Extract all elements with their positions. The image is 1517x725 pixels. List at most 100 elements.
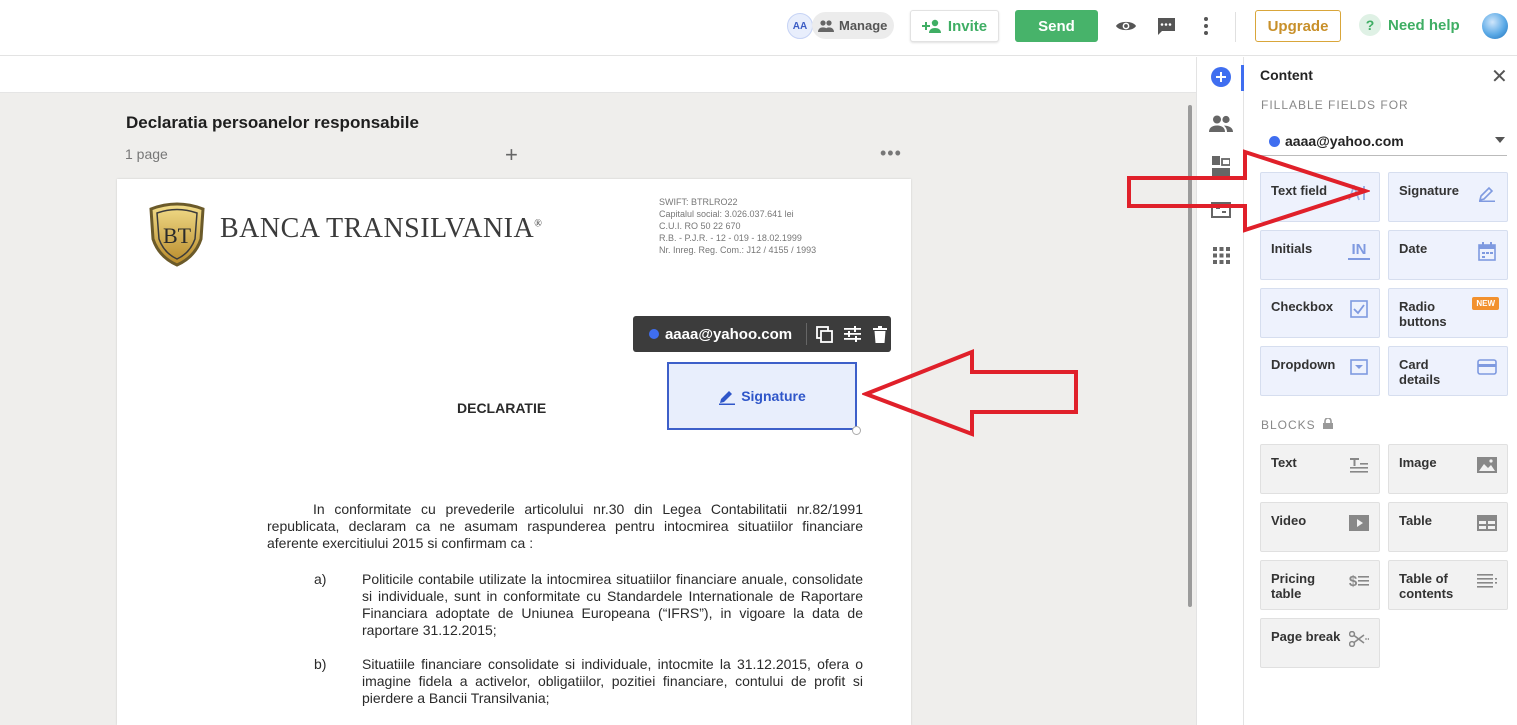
- text-block-icon: [1348, 454, 1370, 476]
- toolbar-divider: [1235, 12, 1236, 42]
- svg-text:BT: BT: [163, 223, 192, 248]
- editor-subbar: [0, 57, 1196, 93]
- invite-label: Invite: [947, 17, 988, 35]
- checkbox-icon: [1348, 298, 1370, 320]
- send-button[interactable]: Send: [1015, 10, 1098, 42]
- image-block-tile[interactable]: Image: [1388, 444, 1508, 494]
- date-tile[interactable]: Date: [1388, 230, 1508, 280]
- close-icon[interactable]: ✕: [1491, 64, 1508, 89]
- document-title[interactable]: Declaratia persoanelor responsabile: [126, 113, 419, 133]
- document-more-button[interactable]: •••: [880, 143, 902, 164]
- tile-label: Radio buttons: [1399, 299, 1447, 329]
- blocks-heading: BLOCKS: [1261, 417, 1334, 432]
- field-assignee[interactable]: aaaa@yahoo.com: [665, 326, 792, 343]
- tile-label: Date: [1399, 241, 1428, 256]
- field-settings-icon[interactable]: [841, 323, 863, 345]
- tile-label: Video: [1271, 513, 1307, 528]
- image-icon: [1476, 454, 1498, 476]
- checkbox-tile[interactable]: Checkbox: [1260, 288, 1380, 338]
- preview-eye-icon[interactable]: [1114, 14, 1138, 38]
- manage-button[interactable]: Manage: [812, 12, 894, 39]
- tile-label: Checkbox: [1271, 299, 1334, 314]
- signature-pen-icon: [719, 391, 736, 405]
- signature-pen-icon: [1476, 182, 1498, 204]
- panel-title: Content: [1260, 67, 1313, 83]
- list-item-a: Politicile contabile utilizate la intocm…: [362, 571, 863, 638]
- top-toolbar: AA Manage Invite Send Upgrade ? Need hel…: [0, 0, 1517, 56]
- recipient-avatar[interactable]: AA: [787, 13, 813, 39]
- tile-label: Pricing table: [1271, 571, 1316, 601]
- video-block-tile[interactable]: Video: [1260, 502, 1380, 552]
- tile-label: Initials: [1271, 241, 1313, 256]
- card-icon: [1476, 356, 1498, 378]
- banca-transilvania-logo: BT: [149, 202, 205, 267]
- need-help-label: Need help: [1388, 16, 1460, 34]
- pricing-table-icon: $: [1348, 570, 1370, 592]
- bank-registration-info: SWIFT: BTRLRO22 Capitalul social: 3.026.…: [659, 197, 817, 255]
- comments-icon[interactable]: [1154, 14, 1178, 38]
- tile-label: Signature: [1399, 183, 1459, 198]
- fillable-fields-heading: FILLABLE FIELDS FOR: [1261, 98, 1409, 112]
- add-page-button[interactable]: +: [505, 142, 518, 168]
- tile-label: Table of contents: [1399, 571, 1454, 601]
- radio-buttons-tile[interactable]: Radio buttons NEW: [1388, 288, 1508, 338]
- tile-label: Table: [1399, 513, 1432, 528]
- manage-label: Manage: [839, 18, 888, 33]
- table-of-contents-tile[interactable]: Table of contents: [1388, 560, 1508, 610]
- dropdown-icon: [1348, 356, 1370, 378]
- upgrade-button[interactable]: Upgrade: [1255, 10, 1341, 42]
- user-avatar[interactable]: [1482, 13, 1508, 39]
- field-toolbar: aaaa@yahoo.com: [633, 316, 891, 352]
- intro-paragraph: In conformitate cu prevederile articolul…: [267, 501, 863, 551]
- signature-tile[interactable]: Signature: [1388, 172, 1508, 222]
- new-badge: NEW: [1472, 297, 1499, 310]
- annotation-arrow-left: [862, 349, 1078, 437]
- annotation-arrow-right: [1127, 149, 1370, 233]
- initials-icon: IN: [1348, 240, 1370, 260]
- help-question-icon: ?: [1359, 14, 1381, 36]
- dropdown-tile[interactable]: Dropdown: [1260, 346, 1380, 396]
- toc-icon: [1476, 570, 1498, 592]
- card-details-tile[interactable]: Card details: [1388, 346, 1508, 396]
- document-page: BT BANCA TRANSILVANIA® SWIFT: BTRLRO22 C…: [117, 179, 911, 725]
- initials-tile[interactable]: Initials IN: [1260, 230, 1380, 280]
- text-block-tile[interactable]: Text: [1260, 444, 1380, 494]
- tile-label: Dropdown: [1271, 357, 1336, 372]
- recipients-icon[interactable]: [1209, 111, 1233, 135]
- tile-label: Text: [1271, 455, 1297, 470]
- scissors-icon: [1348, 628, 1370, 650]
- declaration-heading: DECLARATIE: [457, 400, 547, 416]
- assignee-color-dot: [649, 329, 659, 339]
- chevron-down-icon: [1495, 137, 1505, 143]
- video-icon: [1348, 512, 1370, 534]
- list-letter-a: a): [314, 571, 327, 587]
- toolbar-separator: [806, 323, 808, 345]
- calendar-icon: [1476, 240, 1498, 262]
- pricing-table-tile[interactable]: Pricing table $: [1260, 560, 1380, 610]
- add-person-icon: [921, 19, 941, 33]
- more-vertical-icon[interactable]: [1194, 14, 1218, 38]
- page-break-tile[interactable]: Page break: [1260, 618, 1380, 668]
- apps-grid-icon[interactable]: [1209, 243, 1233, 267]
- need-help-link[interactable]: ? Need help: [1359, 14, 1460, 36]
- delete-trash-icon[interactable]: [869, 323, 891, 345]
- rail-active-indicator: [1241, 65, 1244, 91]
- table-block-tile[interactable]: Table: [1388, 502, 1508, 552]
- recipient-email: aaaa@yahoo.com: [1285, 133, 1404, 149]
- people-icon: [818, 19, 834, 32]
- invite-button[interactable]: Invite: [910, 10, 999, 42]
- tile-label: Card details: [1399, 357, 1441, 387]
- tile-label: Image: [1399, 455, 1437, 470]
- lock-icon: [1323, 417, 1334, 429]
- table-icon: [1476, 512, 1498, 534]
- page-count: 1 page: [125, 146, 168, 162]
- recipient-color-dot: [1269, 135, 1280, 147]
- signature-field[interactable]: Signature: [667, 362, 857, 430]
- duplicate-icon[interactable]: [813, 323, 835, 345]
- list-letter-b: b): [314, 656, 327, 672]
- list-item-b: Situatiile financiare consolidate si ind…: [362, 656, 863, 706]
- resize-handle[interactable]: [852, 426, 861, 435]
- add-content-icon[interactable]: [1209, 65, 1233, 89]
- signature-field-label: Signature: [741, 388, 806, 404]
- bank-name: BANCA TRANSILVANIA®: [220, 213, 543, 244]
